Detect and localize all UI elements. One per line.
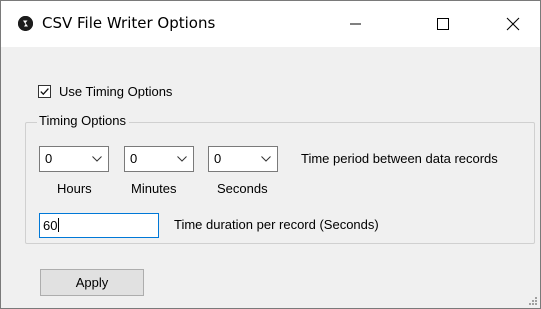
seconds-value: 0	[214, 151, 222, 166]
seconds-combobox[interactable]: 0	[208, 146, 278, 172]
hours-combobox[interactable]: 0	[39, 146, 109, 172]
use-timing-label: Use Timing Options	[59, 84, 173, 99]
text-caret	[58, 218, 60, 232]
minutes-value: 0	[130, 151, 138, 166]
dialog-window: CSV File Writer Options Use Timing Optio…	[0, 0, 541, 309]
app-logo-icon	[18, 16, 33, 31]
maximize-icon	[437, 18, 449, 30]
use-timing-option[interactable]: Use Timing Options	[38, 84, 172, 99]
duration-label: Time duration per record (Seconds)	[174, 217, 379, 232]
time-period-label: Time period between data records	[301, 151, 498, 166]
close-icon	[506, 17, 520, 31]
close-button[interactable]	[490, 1, 536, 47]
chevron-down-icon	[177, 156, 187, 162]
checkmark-icon	[40, 88, 49, 96]
hours-label: Hours	[57, 181, 92, 196]
use-timing-checkbox[interactable]	[38, 85, 51, 98]
minimize-button[interactable]	[332, 1, 378, 47]
minutes-label: Minutes	[131, 181, 177, 196]
title-bar: CSV File Writer Options	[1, 1, 540, 47]
apply-button-label: Apply	[75, 275, 109, 290]
duration-value: 60	[43, 218, 58, 233]
dialog-content: Use Timing Options Timing Options 0 0 0 …	[1, 47, 540, 308]
chevron-down-icon	[92, 156, 102, 162]
hours-value: 0	[45, 151, 53, 166]
timing-options-group-label: Timing Options	[37, 113, 129, 128]
seconds-label: Seconds	[217, 181, 268, 196]
window-title: CSV File Writer Options	[42, 14, 216, 32]
maximize-button[interactable]	[420, 1, 466, 47]
apply-button[interactable]: Apply	[40, 269, 144, 296]
resize-grip-icon[interactable]	[528, 296, 538, 306]
minutes-combobox[interactable]: 0	[124, 146, 194, 172]
duration-input[interactable]: 60	[39, 213, 159, 238]
chevron-down-icon	[261, 156, 271, 162]
minimize-icon	[350, 23, 361, 25]
